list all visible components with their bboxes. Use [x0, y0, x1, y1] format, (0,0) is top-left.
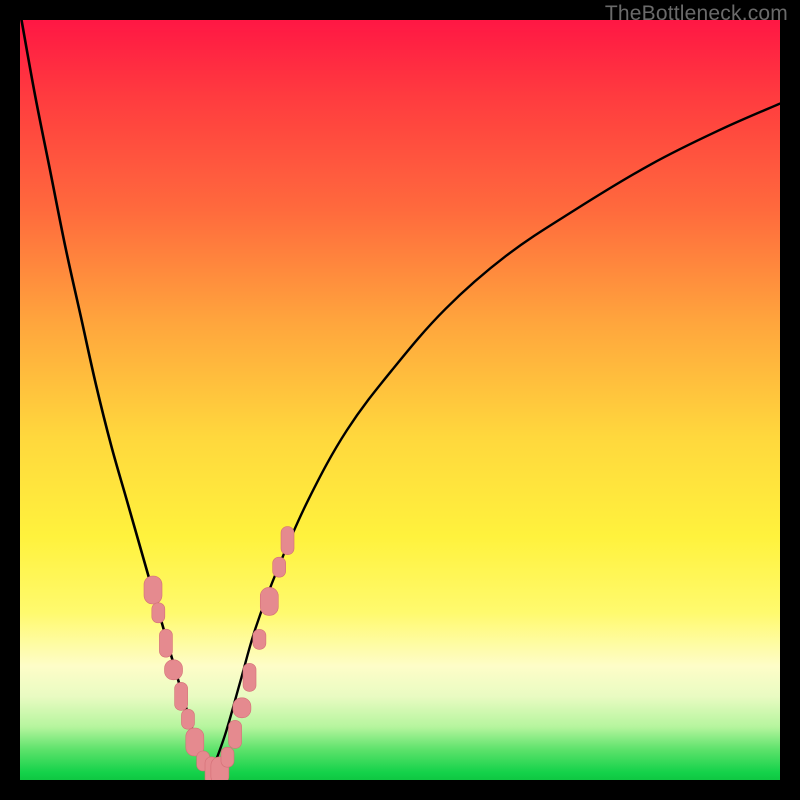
right-branch-marker — [273, 557, 286, 577]
marker-layer — [144, 527, 294, 780]
right-branch-marker — [221, 747, 234, 767]
outer-frame: TheBottleneck.com — [0, 0, 800, 800]
curve-right_branch — [210, 104, 780, 777]
right-branch-marker — [253, 629, 266, 649]
curve-left_branch — [22, 20, 210, 776]
curve-layer — [22, 20, 780, 776]
right-branch-marker — [233, 698, 251, 718]
left-branch-marker — [152, 603, 165, 623]
left-branch-marker — [165, 660, 183, 680]
right-branch-marker — [260, 587, 278, 615]
right-branch-marker — [229, 720, 242, 748]
right-branch-marker — [281, 527, 294, 555]
left-branch-marker — [175, 682, 188, 710]
right-branch-marker — [243, 663, 256, 691]
left-branch-marker — [159, 629, 172, 657]
left-branch-marker — [144, 576, 162, 604]
plot-area — [20, 20, 780, 780]
chart-svg — [20, 20, 780, 780]
left-branch-marker — [181, 709, 194, 729]
